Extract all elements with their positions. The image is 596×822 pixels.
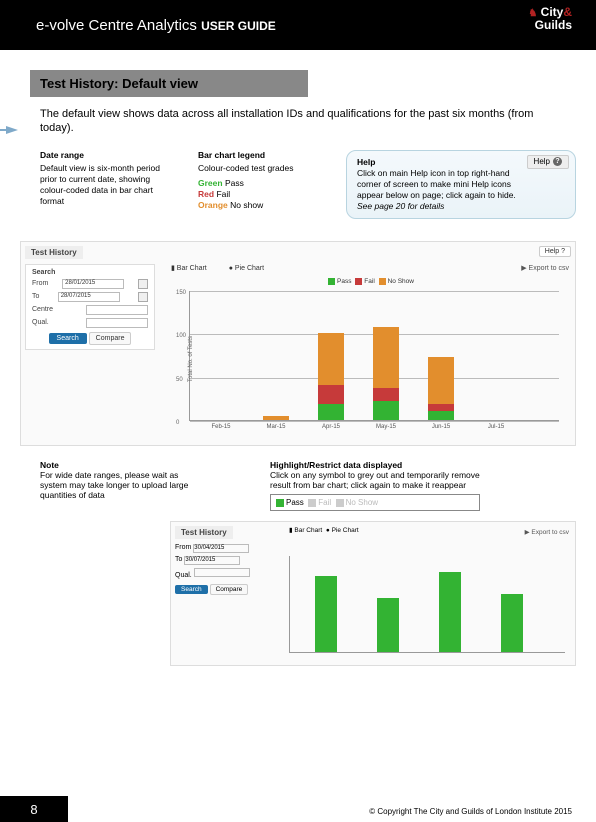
calendar-icon[interactable]: [138, 279, 148, 289]
chart-area: ▮ Bar Chart ● Pie Chart ▶ Export to csv …: [171, 264, 569, 439]
legend-toggle-box: Pass Fail No Show: [270, 494, 480, 511]
search-panel: Search From 28/01/2015 To 28/07/2015 Cen…: [25, 264, 155, 350]
highlight-body: Click on any symbol to grey out and temp…: [270, 470, 480, 490]
panel-title: Test History: [175, 526, 233, 539]
header-title: e-volve Centre Analytics USER GUIDE: [36, 17, 276, 34]
callout-date-range: Date range Default view is six-month per…: [40, 150, 170, 219]
intro-text: The default view shows data across all i…: [40, 107, 556, 136]
tab-bar-chart[interactable]: ▮ Bar Chart: [171, 265, 217, 272]
logo-line2: Guilds: [535, 18, 572, 32]
brand-logo: ♞ City& Guilds: [528, 6, 572, 32]
legend-pass[interactable]: Pass: [286, 498, 304, 507]
search-panel: From 30/04/2015 To 30/07/2015 Qual. Sear…: [175, 544, 271, 595]
from-date-field[interactable]: 30/04/2015: [193, 544, 249, 553]
search-heading: Search: [32, 269, 148, 276]
qual-field[interactable]: [86, 318, 148, 328]
copyright: © Copyright The City and Guilds of Londo…: [369, 807, 572, 816]
stacked-bar-chart: Total No. of Tests 050100150Feb-15Mar-15…: [189, 291, 559, 421]
logo-amp: &: [563, 5, 572, 19]
callout-note: Note For wide date ranges, please wait a…: [40, 460, 200, 511]
tab-pie-chart[interactable]: ● Pie Chart: [229, 265, 274, 272]
from-label: From: [175, 544, 191, 551]
bar-chart-pass-only: [289, 556, 565, 653]
export-csv-link[interactable]: ▶ Export to csv: [521, 264, 569, 272]
compare-button[interactable]: Compare: [89, 332, 132, 345]
chart-legend: Pass Fail No Show: [171, 278, 569, 285]
callout-help: Help Click on main Help icon in top righ…: [346, 150, 576, 219]
qual-row: Qual.: [32, 318, 148, 328]
highlight-title: Highlight/Restrict data displayed: [270, 460, 480, 470]
note-title: Note: [40, 460, 200, 470]
help-btn-label: Help: [534, 157, 550, 167]
swatch-pass-icon[interactable]: [328, 278, 335, 285]
calendar-icon[interactable]: [138, 292, 148, 302]
legend-item-noshow: Orange No show: [198, 200, 318, 211]
centre-field[interactable]: [86, 305, 148, 315]
tab-bar-chart[interactable]: ▮ Bar Chart: [289, 527, 322, 534]
callout-bar-legend: Bar chart legend Colour-coded test grade…: [198, 150, 318, 219]
swatch-pass-icon[interactable]: [276, 499, 284, 507]
bar-legend-sub: Colour-coded test grades: [198, 163, 318, 174]
help-title: Help: [357, 157, 519, 168]
intro-pointer-icon: [6, 126, 18, 134]
callout-highlight-restrict: Highlight/Restrict data displayed Click …: [270, 460, 480, 511]
panel-title: Test History: [25, 246, 83, 259]
note-body: For wide date ranges, please wait as sys…: [40, 470, 200, 500]
help-question-icon: ?: [553, 157, 562, 166]
search-button[interactable]: Search: [49, 333, 87, 344]
compare-button[interactable]: Compare: [210, 584, 249, 595]
screenshot-test-history-2: Test History ▮ Bar Chart ● Pie Chart ▶ E…: [170, 521, 576, 666]
help-body: Click on main Help icon in top right-han…: [357, 168, 516, 200]
to-label: To: [32, 293, 39, 300]
page-footer: 8 © Copyright The City and Guilds of Lon…: [0, 796, 596, 822]
qual-field[interactable]: [194, 568, 250, 577]
help-button-mock: Help ?: [527, 155, 569, 169]
swatch-fail-icon[interactable]: [355, 278, 362, 285]
to-row: To 28/07/2015: [32, 292, 148, 302]
screenshot-test-history-1: Test History Help ? Search From 28/01/20…: [20, 241, 576, 446]
legend-item-pass: Green Pass: [198, 178, 318, 189]
chart-tabs: ▮ Bar Chart ● Pie Chart: [171, 264, 569, 272]
subtitle: USER GUIDE: [201, 19, 276, 33]
from-date-field[interactable]: 28/01/2015: [62, 279, 124, 289]
centre-label: Centre: [32, 306, 53, 313]
legend-item-fail: Red Fail: [198, 189, 318, 200]
to-date-field[interactable]: 30/07/2015: [184, 556, 240, 565]
tab-pie-chart[interactable]: ● Pie Chart: [326, 527, 359, 534]
logo-line1: City: [541, 5, 564, 19]
export-csv-link[interactable]: ▶ Export to csv: [525, 528, 569, 536]
help-seepage: See page 20 for details: [357, 201, 444, 211]
section-title-tab: Test History: Default view: [30, 70, 308, 97]
header-band: e-volve Centre Analytics USER GUIDE ♞ Ci…: [0, 0, 596, 50]
to-label: To: [175, 556, 182, 563]
swatch-noshow-disabled-icon[interactable]: [336, 499, 344, 507]
page-number: 8: [0, 796, 68, 822]
swatch-fail-disabled-icon[interactable]: [308, 499, 316, 507]
chart-tabs: ▮ Bar Chart ● Pie Chart: [289, 526, 359, 534]
bar-legend-title: Bar chart legend: [198, 150, 318, 161]
product-name: e-volve Centre Analytics: [36, 17, 197, 34]
date-range-body: Default view is six-month period prior t…: [40, 163, 170, 207]
from-label: From: [32, 280, 48, 287]
help-corner-button[interactable]: Help ?: [539, 246, 571, 257]
date-range-title: Date range: [40, 150, 170, 161]
centre-row: Centre: [32, 305, 148, 315]
swatch-noshow-icon[interactable]: [379, 278, 386, 285]
search-button[interactable]: Search: [175, 585, 208, 594]
y-axis-label: Total No. of Tests: [188, 336, 194, 382]
to-date-field[interactable]: 28/07/2015: [58, 292, 120, 302]
legend-noshow[interactable]: No Show: [346, 498, 378, 507]
qual-label: Qual.: [32, 319, 49, 326]
qual-label: Qual.: [175, 572, 192, 579]
legend-fail[interactable]: Fail: [318, 498, 331, 507]
from-row: From 28/01/2015: [32, 279, 148, 289]
